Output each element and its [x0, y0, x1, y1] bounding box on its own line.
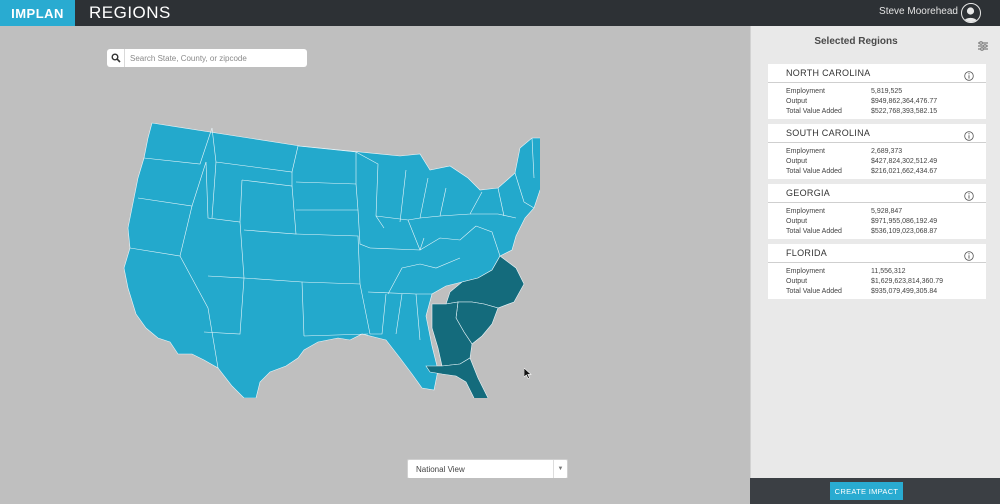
search-icon[interactable] [107, 49, 125, 67]
region-name: GEORGIA [786, 188, 831, 198]
employment-value: 11,556,312 [871, 267, 906, 275]
region-card[interactable]: GEORGIA Employment 5,928,847 Output $971,9… [768, 184, 986, 239]
create-impact-button[interactable]: CREATE IMPACT [830, 482, 903, 500]
tva-label: Total Value Added [786, 227, 842, 235]
output-label: Output [786, 217, 808, 225]
region-header[interactable]: GEORGIA [768, 184, 986, 203]
output-value: $949,862,364,476.77 [871, 97, 938, 105]
mouse-cursor-icon [524, 368, 532, 379]
region-name: FLORIDA [786, 248, 828, 258]
output-label: Output [786, 157, 808, 165]
region-card[interactable]: SOUTH CAROLINA Employment 2,689,373 Outpu… [768, 124, 986, 179]
map-area[interactable]: National View ▼ [0, 26, 750, 479]
info-icon[interactable] [964, 188, 974, 206]
region-name: NORTH CAROLINA [786, 68, 871, 78]
region-card[interactable]: NORTH CAROLINA Employment 5,819,525 Outpu… [768, 64, 986, 119]
brand-logo[interactable]: IMPLAN [0, 0, 75, 26]
output-label: Output [786, 97, 808, 105]
user-name[interactable]: Steve Moorehead [879, 6, 958, 17]
tva-value: $216,021,662,434.67 [871, 167, 938, 175]
employment-value: 2,689,373 [871, 147, 903, 155]
region-card[interactable]: FLORIDA Employment 11,556,312 Output $1,62… [768, 244, 986, 299]
tva-label: Total Value Added [786, 167, 842, 175]
tva-label: Total Value Added [786, 107, 842, 115]
selected-regions-panel: Selected Regions NORTH CAROLINA Employme… [750, 26, 1000, 478]
output-value: $1,629,623,814,360.79 [871, 277, 944, 285]
employment-label: Employment [786, 267, 825, 275]
chevron-down-icon[interactable]: ▼ [553, 460, 567, 478]
info-icon[interactable] [964, 248, 974, 266]
output-label: Output [786, 277, 808, 285]
tva-value: $536,109,023,068.87 [871, 227, 938, 235]
region-stats: Employment 11,556,312 Output $1,629,623,81… [768, 263, 986, 299]
map-states-unselected[interactable] [123, 122, 540, 398]
search-input[interactable] [125, 53, 305, 63]
tva-value: $522,768,393,582.15 [871, 107, 938, 115]
region-stats: Employment 5,928,847 Output $971,955,086,1… [768, 203, 986, 239]
info-icon[interactable] [964, 128, 974, 146]
view-select[interactable]: National View ▼ [407, 459, 568, 479]
panel-footer: CREATE IMPACT [750, 478, 1000, 504]
employment-label: Employment [786, 147, 825, 155]
view-select-value: National View [416, 464, 465, 474]
employment-value: 5,819,525 [871, 87, 903, 95]
employment-value: 5,928,847 [871, 207, 903, 215]
search-box[interactable] [107, 49, 307, 67]
tva-label: Total Value Added [786, 287, 842, 295]
output-value: $971,955,086,192.49 [871, 217, 938, 225]
employment-label: Employment [786, 87, 825, 95]
us-map[interactable] [120, 118, 540, 398]
output-value: $427,824,302,512.49 [871, 157, 938, 165]
region-name: SOUTH CAROLINA [786, 128, 871, 138]
sliders-icon[interactable] [978, 38, 988, 56]
map-footer [0, 478, 750, 504]
user-avatar-icon[interactable] [961, 3, 981, 23]
top-bar: IMPLAN REGIONS Steve Moorehead [0, 0, 1000, 26]
region-header[interactable]: NORTH CAROLINA [768, 64, 986, 83]
region-stats: Employment 5,819,525 Output $949,862,364,4… [768, 83, 986, 119]
region-header[interactable]: SOUTH CAROLINA [768, 124, 986, 143]
region-stats: Employment 2,689,373 Output $427,824,302,5… [768, 143, 986, 179]
tva-value: $935,079,499,305.84 [871, 287, 938, 295]
state-florida[interactable] [425, 357, 500, 398]
panel-title: Selected Regions [814, 36, 898, 47]
info-icon[interactable] [964, 68, 974, 86]
region-header[interactable]: FLORIDA [768, 244, 986, 263]
page-title: REGIONS [89, 3, 171, 22]
employment-label: Employment [786, 207, 825, 215]
